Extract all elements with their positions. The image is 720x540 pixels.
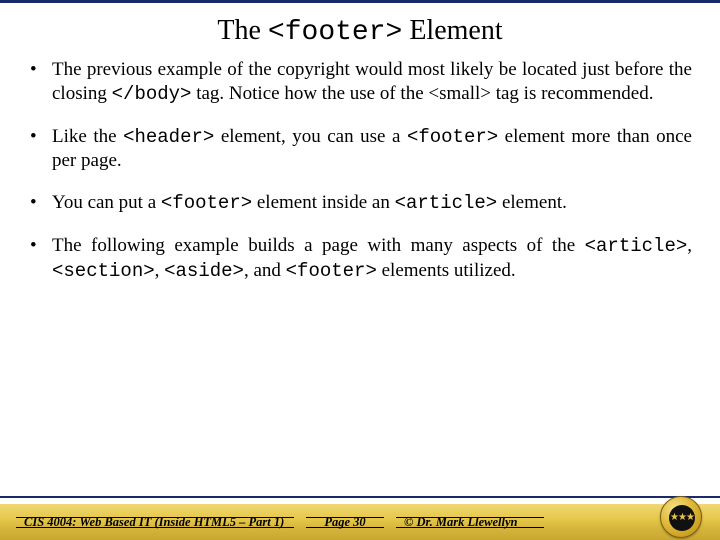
code-span: <footer> — [407, 126, 498, 148]
text-span: elements utilized. — [377, 260, 516, 281]
title-code: <footer> — [268, 17, 402, 48]
bullet-item: The following example builds a page with… — [28, 234, 692, 284]
code-span: <footer> — [286, 260, 377, 282]
bullet-list: The previous example of the copyright wo… — [28, 58, 692, 283]
text-span: , — [687, 235, 692, 256]
bullet-item: Like the <header> element, you can use a… — [28, 125, 692, 174]
code-span: <header> — [123, 126, 214, 148]
text-span: element. — [497, 192, 567, 213]
text-span: The following example builds a page with… — [52, 235, 585, 256]
text-span: element, you can use a — [214, 126, 407, 147]
slide-title: The <footer> Element — [0, 3, 720, 58]
slide-content: The previous example of the copyright wo… — [0, 58, 720, 283]
code-span: <section> — [52, 260, 155, 282]
code-span: <footer> — [161, 192, 252, 214]
footer-gold-strip: CIS 4004: Web Based IT (Inside HTML5 – P… — [0, 504, 720, 540]
footer-author: © Dr. Mark Llewellyn — [390, 515, 550, 530]
code-span: <article> — [395, 192, 498, 214]
footer-text-group: CIS 4004: Web Based IT (Inside HTML5 – P… — [0, 515, 550, 530]
text-span: element inside an — [252, 192, 394, 213]
title-prefix: The — [217, 15, 268, 46]
text-span: , and — [244, 260, 286, 281]
code-span: <article> — [585, 235, 688, 257]
footer-page: Page 30 — [300, 515, 390, 530]
text-span: You can put a — [52, 192, 161, 213]
text-span: tag. Notice how the use of the <small> t… — [191, 83, 653, 104]
code-span: </body> — [112, 83, 192, 105]
text-span: , — [155, 260, 165, 281]
footer-course: CIS 4004: Web Based IT (Inside HTML5 – P… — [10, 515, 300, 530]
bullet-item: You can put a <footer> element inside an… — [28, 191, 692, 216]
ucf-logo-icon: ★★★ — [660, 496, 702, 538]
text-span: Like the — [52, 126, 123, 147]
bullet-item: The previous example of the copyright wo… — [28, 58, 692, 107]
footer-bar: CIS 4004: Web Based IT (Inside HTML5 – P… — [0, 496, 720, 540]
code-span: <aside> — [164, 260, 244, 282]
slide: The <footer> Element The previous exampl… — [0, 0, 720, 540]
title-suffix: Element — [402, 15, 502, 46]
